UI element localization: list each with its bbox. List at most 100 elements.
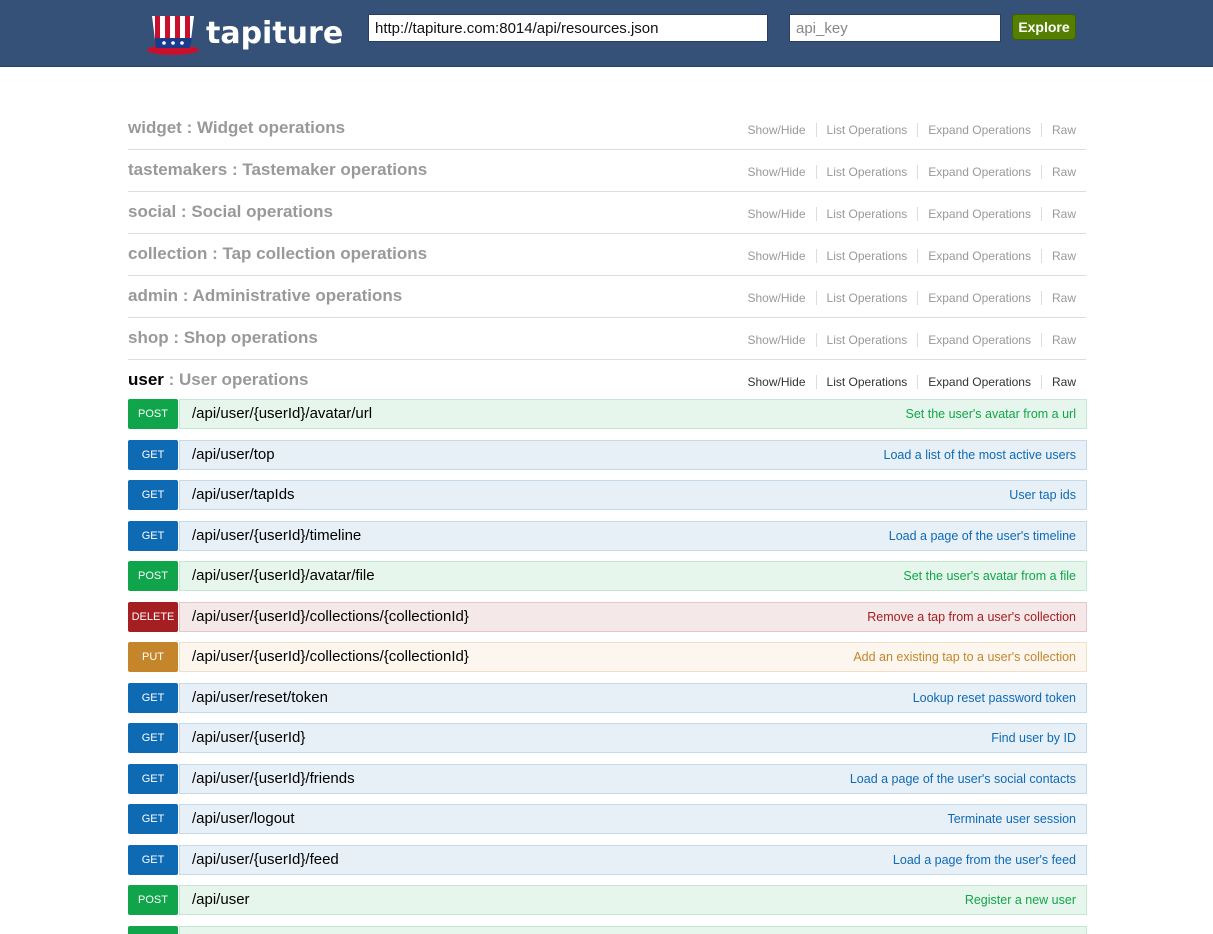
operation-summary[interactable]: Load a page from the user's feed <box>893 846 1076 874</box>
operation-bar[interactable]: /api/user/{userId}/avatar/file Set the u… <box>179 561 1087 591</box>
operation-summary[interactable]: Terminate user session <box>947 805 1076 833</box>
operation-row[interactable]: GET /api/user/logout Terminate user sess… <box>128 804 1087 834</box>
http-method-badge[interactable]: GET <box>128 763 178 794</box>
operation-row[interactable]: GET /api/user/{userId} Find user by ID <box>128 723 1087 753</box>
operation-summary[interactable]: Add an existing tap to a user's collecti… <box>853 643 1076 671</box>
expand-operations-link[interactable]: Expand Operations <box>918 249 1042 263</box>
operation-summary[interactable]: User tap ids <box>1009 481 1076 509</box>
list-operations-link[interactable]: List Operations <box>817 207 919 221</box>
http-method-badge[interactable]: DELETE <box>128 601 178 632</box>
expand-operations-link[interactable]: Expand Operations <box>918 375 1042 389</box>
operation-bar[interactable]: /api/user/{userId}/collections/{collecti… <box>179 601 1087 632</box>
operation-bar[interactable]: /api/user/{userId}/timeline Load a page … <box>179 520 1087 551</box>
raw-link[interactable]: Raw <box>1042 375 1086 389</box>
operation-summary[interactable]: Find user by ID <box>991 724 1076 752</box>
expand-operations-link[interactable]: Expand Operations <box>918 123 1042 137</box>
operation-summary[interactable]: Register a new user <box>965 886 1076 914</box>
http-method-badge[interactable]: GET <box>128 723 178 753</box>
show-hide-link[interactable]: Show/Hide <box>738 291 817 305</box>
operation-bar[interactable] <box>179 925 1087 934</box>
resource-title[interactable]: shop : Shop operations <box>128 328 318 348</box>
operation-path[interactable]: /api/user/{userId}/collections/{collecti… <box>192 643 469 671</box>
operation-bar[interactable]: /api/user/reset/token Lookup reset passw… <box>179 682 1087 713</box>
operation-bar[interactable]: /api/user/{userId}/feed Load a page from… <box>179 844 1087 875</box>
raw-link[interactable]: Raw <box>1042 207 1086 221</box>
http-method-badge[interactable]: GET <box>128 480 178 510</box>
operation-row-partial[interactable] <box>128 925 1087 934</box>
operation-path[interactable]: /api/user/{userId}/timeline <box>192 522 361 550</box>
http-method-badge[interactable]: POST <box>128 399 178 429</box>
raw-link[interactable]: Raw <box>1042 249 1086 263</box>
operation-row[interactable]: GET /api/user/{userId}/friends Load a pa… <box>128 763 1087 794</box>
list-operations-link[interactable]: List Operations <box>817 333 919 347</box>
list-operations-link[interactable]: List Operations <box>817 249 919 263</box>
raw-link[interactable]: Raw <box>1042 165 1086 179</box>
show-hide-link[interactable]: Show/Hide <box>738 207 817 221</box>
api-key-input[interactable] <box>789 14 1001 42</box>
resource-title[interactable]: admin : Administrative operations <box>128 286 402 306</box>
list-operations-link[interactable]: List Operations <box>817 165 919 179</box>
http-method-badge[interactable]: GET <box>128 439 178 470</box>
operation-bar[interactable]: /api/user/logout Terminate user session <box>179 804 1087 834</box>
resource-title[interactable]: social : Social operations <box>128 202 333 222</box>
operation-row[interactable]: GET /api/user/tapIds User tap ids <box>128 480 1087 510</box>
expand-operations-link[interactable]: Expand Operations <box>918 291 1042 305</box>
operation-bar[interactable]: /api/user Register a new user <box>179 885 1087 915</box>
operation-path[interactable]: /api/user/{userId}/friends <box>192 765 355 793</box>
operation-path[interactable]: /api/user/logout <box>192 805 295 833</box>
http-method-badge[interactable]: POST <box>128 561 178 591</box>
operation-path[interactable]: /api/user/tapIds <box>192 481 295 509</box>
api-url-input[interactable] <box>368 14 768 42</box>
operation-path[interactable]: /api/user/{userId}/avatar/file <box>192 562 375 590</box>
raw-link[interactable]: Raw <box>1042 123 1086 137</box>
tapiture-logo[interactable]: tapiture <box>146 10 343 56</box>
http-method-badge[interactable]: PUT <box>128 642 178 672</box>
explore-button[interactable]: Explore <box>1012 14 1076 40</box>
operation-path[interactable]: /api/user/{userId}/feed <box>192 846 339 874</box>
resource-title[interactable]: tastemakers : Tastemaker operations <box>128 160 427 180</box>
operation-path[interactable]: /api/user/{userId}/collections/{collecti… <box>192 603 469 631</box>
show-hide-link[interactable]: Show/Hide <box>738 123 817 137</box>
operation-path[interactable]: /api/user/top <box>192 441 275 469</box>
operation-row[interactable]: DELETE /api/user/{userId}/collections/{c… <box>128 601 1087 632</box>
operation-summary[interactable]: Remove a tap from a user's collection <box>867 603 1076 631</box>
operation-row[interactable]: POST /api/user/{userId}/avatar/url Set t… <box>128 399 1087 429</box>
operation-bar[interactable]: /api/user/{userId}/avatar/url Set the us… <box>179 399 1087 429</box>
operation-bar[interactable]: /api/user/top Load a list of the most ac… <box>179 439 1087 470</box>
operation-bar[interactable]: /api/user/{userId}/friends Load a page o… <box>179 763 1087 794</box>
operation-bar[interactable]: /api/user/{userId}/collections/{collecti… <box>179 642 1087 672</box>
operation-summary[interactable]: Lookup reset password token <box>913 684 1076 712</box>
operation-summary[interactable]: Load a list of the most active users <box>884 441 1076 469</box>
operation-row[interactable]: GET /api/user/reset/token Lookup reset p… <box>128 682 1087 713</box>
operation-row[interactable]: POST /api/user Register a new user <box>128 885 1087 915</box>
operation-row[interactable]: POST /api/user/{userId}/avatar/file Set … <box>128 561 1087 591</box>
list-operations-link[interactable]: List Operations <box>817 123 919 137</box>
operation-row[interactable]: GET /api/user/{userId}/timeline Load a p… <box>128 520 1087 551</box>
operation-row[interactable]: PUT /api/user/{userId}/collections/{coll… <box>128 642 1087 672</box>
list-operations-link[interactable]: List Operations <box>817 375 919 389</box>
show-hide-link[interactable]: Show/Hide <box>738 333 817 347</box>
http-method-badge[interactable] <box>128 925 178 934</box>
resource-title[interactable]: collection : Tap collection operations <box>128 244 427 264</box>
operation-path[interactable]: /api/user/{userId}/avatar/url <box>192 400 372 428</box>
http-method-badge[interactable]: GET <box>128 520 178 551</box>
expand-operations-link[interactable]: Expand Operations <box>918 207 1042 221</box>
resource-title[interactable]: user : User operations <box>128 370 308 390</box>
http-method-badge[interactable]: GET <box>128 844 178 875</box>
resource-title[interactable]: widget : Widget operations <box>128 118 345 138</box>
http-method-badge[interactable]: GET <box>128 804 178 834</box>
operation-summary[interactable]: Load a page of the user's social contact… <box>850 765 1076 793</box>
operation-path[interactable]: /api/user/reset/token <box>192 684 328 712</box>
raw-link[interactable]: Raw <box>1042 333 1086 347</box>
operation-summary[interactable]: Load a page of the user's timeline <box>889 522 1076 550</box>
operation-summary[interactable]: Set the user's avatar from a file <box>903 562 1076 590</box>
list-operations-link[interactable]: List Operations <box>817 291 919 305</box>
http-method-badge[interactable]: POST <box>128 885 178 915</box>
show-hide-link[interactable]: Show/Hide <box>738 375 817 389</box>
show-hide-link[interactable]: Show/Hide <box>738 249 817 263</box>
expand-operations-link[interactable]: Expand Operations <box>918 333 1042 347</box>
operation-row[interactable]: GET /api/user/{userId}/feed Load a page … <box>128 844 1087 875</box>
http-method-badge[interactable]: GET <box>128 682 178 713</box>
operation-path[interactable]: /api/user/{userId} <box>192 724 305 752</box>
operation-bar[interactable]: /api/user/{userId} Find user by ID <box>179 723 1087 753</box>
